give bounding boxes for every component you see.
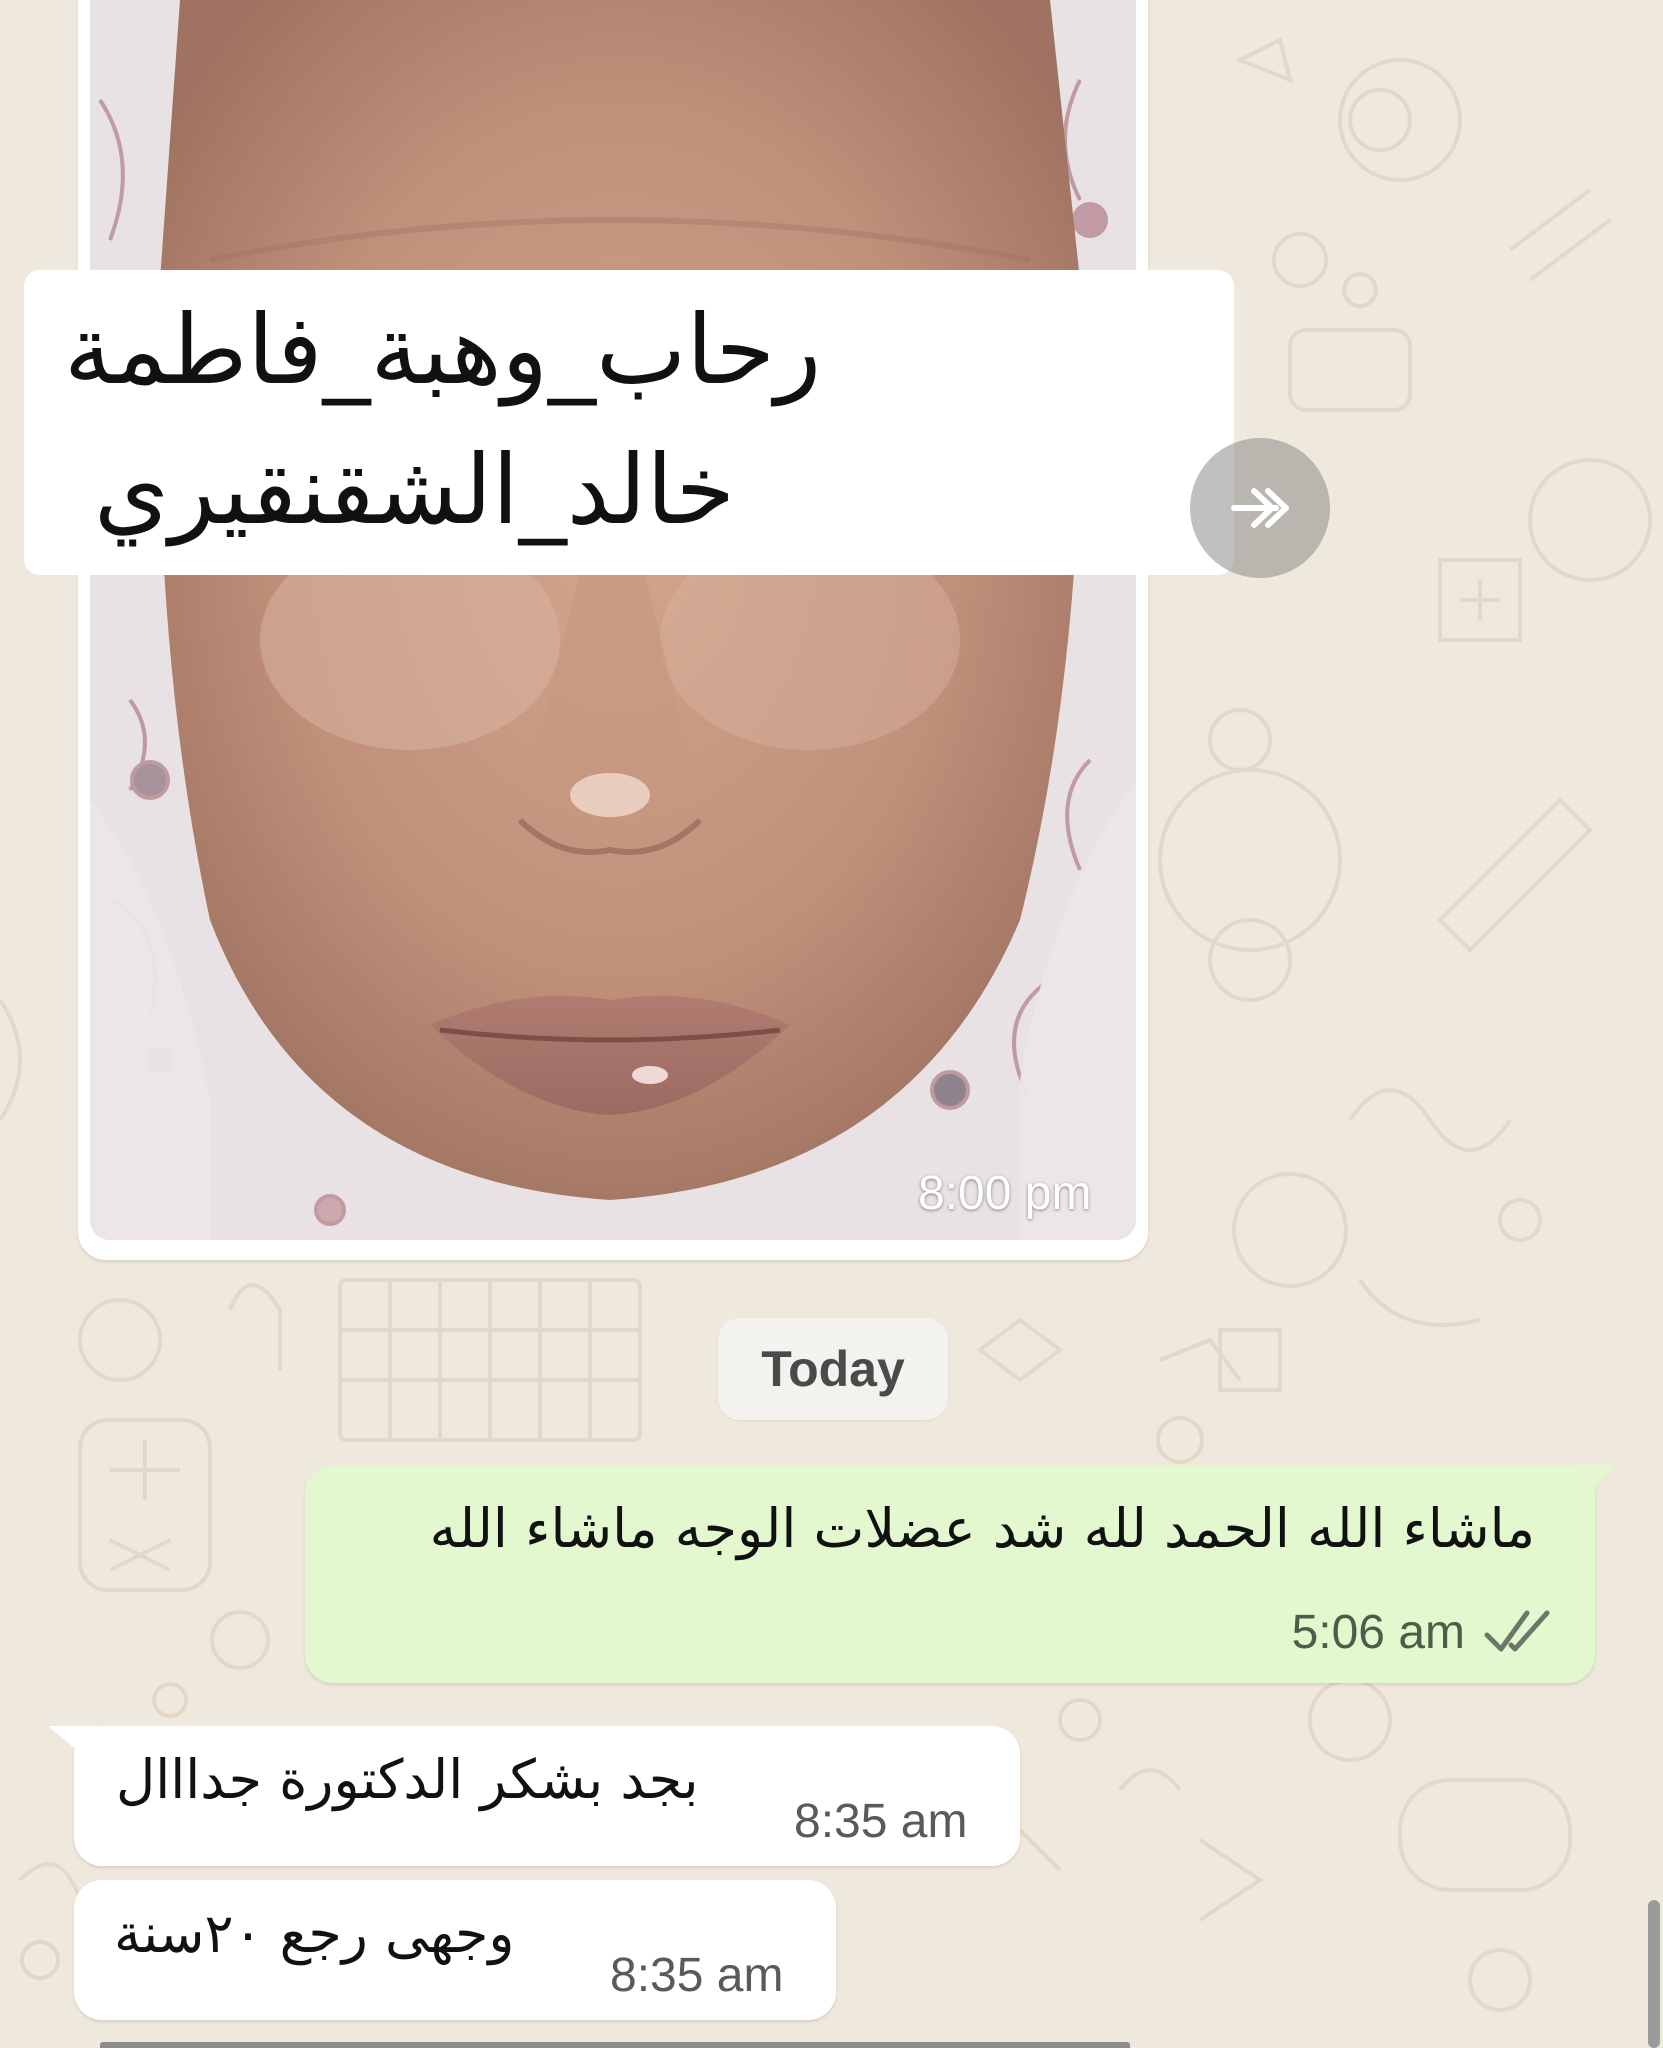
incoming-message-text: بجد بشكر الدكتورة جدااال xyxy=(116,1748,699,1811)
next-message-edge xyxy=(100,2042,1130,2048)
outgoing-message-bubble[interactable]: ماشاء الله الحمد لله شد عضلات الوجه ماشا… xyxy=(305,1465,1617,1683)
bubble-tail xyxy=(1573,1465,1617,1505)
caption-name-card: رحاب_وهبة_فاطمة خالد_الشقنقيري xyxy=(24,270,1234,575)
incoming-message-time: 8:35 am xyxy=(794,1795,968,1848)
bubble-tail xyxy=(48,1726,96,1766)
incoming-message-bubble[interactable]: وجهى رجع ٢٠سنة 8:35 am xyxy=(74,1880,836,2020)
incoming-message-text: وجهى رجع ٢٠سنة xyxy=(114,1902,515,1965)
double-check-icon xyxy=(1484,1610,1550,1652)
date-divider: Today xyxy=(718,1318,948,1420)
outgoing-message-time: 5:06 am xyxy=(1291,1606,1465,1659)
caption-line-2: خالد_الشقنقيري xyxy=(94,434,735,546)
scrollbar-thumb[interactable] xyxy=(1648,1900,1660,2048)
photo-timestamp: 8:00 pm xyxy=(918,1167,1092,1220)
forward-icon xyxy=(1231,488,1289,528)
outgoing-message-text: ماشاء الله الحمد لله شد عضلات الوجه ماشا… xyxy=(429,1497,1535,1560)
incoming-message-bubble[interactable]: بجد بشكر الدكتورة جدااال 8:35 am xyxy=(48,1726,1020,1866)
caption-line-1: رحاب_وهبة_فاطمة xyxy=(64,294,822,406)
shared-face-photo[interactable] xyxy=(90,0,1136,1240)
incoming-message-time: 8:35 am xyxy=(610,1949,784,2002)
forward-button[interactable] xyxy=(1190,438,1330,578)
